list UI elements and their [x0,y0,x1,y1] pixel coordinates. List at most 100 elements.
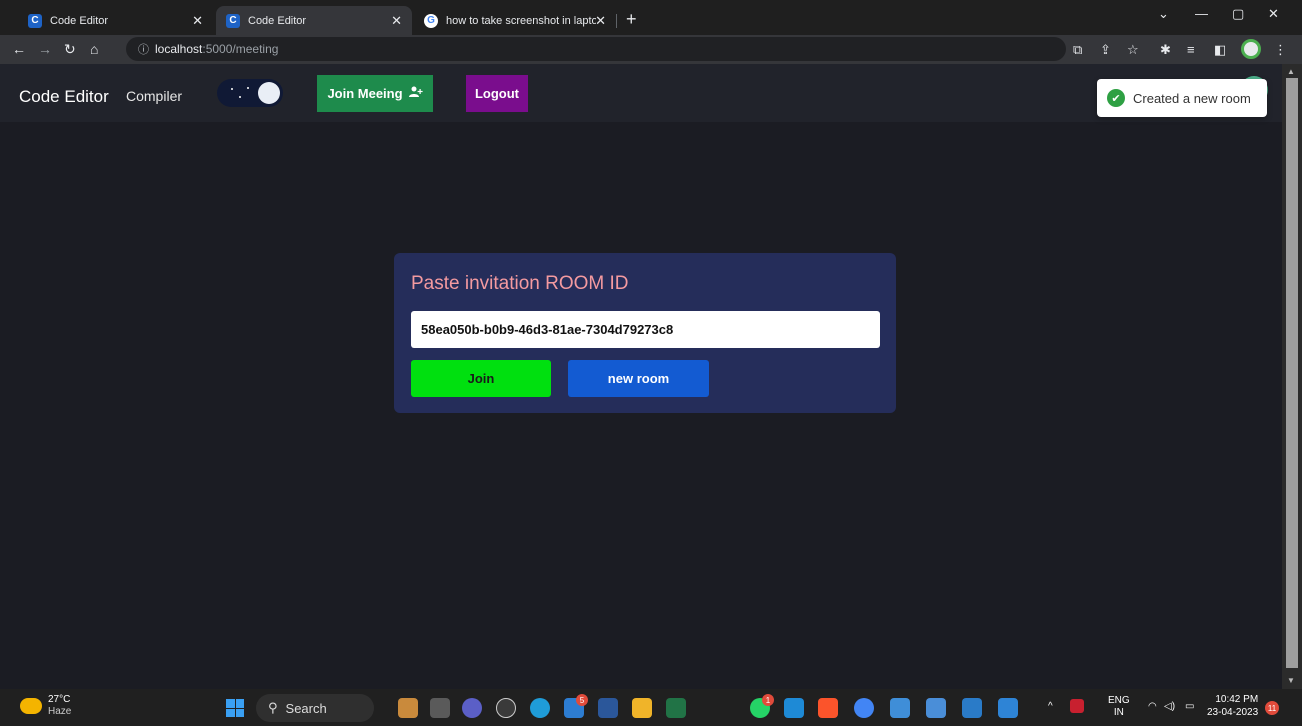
dell-icon[interactable] [496,698,516,718]
restore-icon[interactable]: ▢ [1232,6,1244,22]
weather-widget[interactable]: 27°C Haze [20,694,71,718]
toast-notification: ✔ Created a new room [1097,79,1267,117]
bookmark-star-icon[interactable]: ☆ [1127,42,1139,58]
side-panel-icon[interactable]: ◧ [1214,42,1226,58]
card-title: Paste invitation ROOM ID [411,273,629,294]
git-icon[interactable] [890,698,910,718]
compiler-link[interactable]: Compiler [126,88,182,104]
moon-icon [258,82,280,104]
notepad-icon[interactable] [926,698,946,718]
install-app-icon[interactable]: ⧉ [1073,42,1082,58]
site-info-icon[interactable]: ⓘ [138,41,149,57]
taskbar-clock[interactable]: 10:42 PM 23-04-2023 [1207,693,1258,719]
logout-button[interactable]: Logout [466,75,528,112]
file-explorer-icon[interactable] [632,698,652,718]
join-button[interactable]: Join [411,360,551,397]
windows-taskbar: 27°C Haze ⚲ Search 5 1 ^ ENG IN ◠ ◁) ▭ 1… [0,689,1302,726]
windows-start-icon[interactable] [226,699,244,717]
share-icon[interactable]: ⇪ [1100,42,1111,58]
search-label: Search [285,700,327,716]
teams-chat-icon[interactable] [462,698,482,718]
haze-weather-icon [20,698,42,714]
whatsapp-icon[interactable]: 1 [750,694,774,718]
search-icon: ⚲ [268,700,278,715]
close-tab-icon[interactable]: ✕ [391,13,402,29]
word-icon[interactable] [598,698,618,718]
code-editor-favicon-icon: C [28,13,42,28]
language: ENG [1108,695,1130,706]
browser-tab-3[interactable]: G how to take screenshot in laptop ✕ [414,6,616,35]
browser-toolbar: ← → ↻ ⌂ ⓘ localhost:5000/meeting ⧉ ⇪ ☆ ✱… [0,35,1302,64]
edge-icon[interactable] [530,698,550,718]
check-circle-icon: ✔ [1107,89,1125,107]
browser-tab-1[interactable]: C Code Editor ✕ [18,6,213,35]
close-window-icon[interactable]: ✕ [1268,6,1279,22]
temperature: 27°C [48,694,71,705]
excel-icon[interactable] [666,698,686,718]
mail-icon[interactable]: 5 [564,694,588,718]
scroll-up-icon[interactable]: ▲ [1287,67,1295,76]
weather-condition: Haze [48,706,72,717]
join-room-card: Paste invitation ROOM ID Join new room [394,253,896,413]
url-host: localhost [155,42,203,56]
battery-icon[interactable]: ▭ [1185,701,1194,712]
close-tab-icon[interactable]: ✕ [595,13,606,29]
tab-title: Code Editor [50,14,109,27]
tab-title: Code Editor [248,14,307,27]
task-view-icon[interactable] [430,698,450,718]
app-navbar: Code Editor Compiler Join Meeing Logout [0,64,1282,122]
star-icon [231,88,233,90]
room-id-input[interactable] [411,311,880,348]
show-hidden-icons-icon[interactable]: ^ [1048,701,1053,712]
page-scrollbar[interactable]: ▲ ▼ [1282,64,1302,689]
forward-icon[interactable]: → [38,41,52,57]
add-user-icon [408,86,423,101]
new-room-button[interactable]: new room [568,360,709,397]
new-tab-icon[interactable]: + [626,9,637,30]
mcafee-icon[interactable] [1070,699,1084,713]
home-icon[interactable]: ⌂ [90,41,98,57]
browser-tab-bar: C Code Editor ✕ C Code Editor ✕ G how to… [0,0,1302,35]
address-bar[interactable]: ⓘ localhost:5000/meeting [126,37,1066,61]
minimize-icon[interactable]: — [1195,6,1208,21]
volume-icon[interactable]: ◁) [1164,701,1175,712]
join-meeting-button[interactable]: Join Meeing [317,75,433,112]
paint-icon[interactable] [962,698,982,718]
reading-list-icon[interactable]: ≡ [1187,42,1195,57]
url-path: :5000/meeting [202,42,279,56]
reload-icon[interactable]: ↻ [64,41,76,58]
scroll-down-icon[interactable]: ▼ [1287,676,1295,685]
brand-title[interactable]: Code Editor [19,87,109,107]
close-tab-icon[interactable]: ✕ [192,13,203,29]
date: 23-04-2023 [1207,707,1259,718]
profile-avatar[interactable] [1241,39,1261,59]
wifi-icon[interactable]: ◠ [1148,701,1157,712]
widgets-icon[interactable] [398,698,418,718]
browser-tab-2-active[interactable]: C Code Editor ✕ [216,6,412,35]
google-favicon-icon: G [424,13,438,28]
photos-icon[interactable] [998,698,1018,718]
tab-search-chevron-icon[interactable]: ⌄ [1158,6,1169,22]
taskbar-search[interactable]: ⚲ Search [256,694,374,722]
star-icon [239,96,241,98]
star-icon [247,87,249,89]
language-indicator[interactable]: ENG IN [1108,695,1130,719]
extensions-icon[interactable]: ✱ [1160,42,1171,58]
theme-toggle[interactable] [217,79,283,107]
whatsapp-badge: 1 [762,694,774,706]
back-icon[interactable]: ← [12,41,26,57]
time: 10:42 PM [1215,694,1259,705]
toast-message: Created a new room [1133,90,1251,106]
chrome-icon[interactable] [854,698,874,718]
tab-title: how to take screenshot in laptop [446,14,596,27]
scrollbar-thumb[interactable] [1286,78,1298,668]
chrome-menu-icon[interactable]: ⋮ [1274,42,1287,58]
code-editor-favicon-icon: C [226,13,240,28]
join-meeting-label: Join Meeing [327,86,403,101]
region: IN [1113,707,1124,718]
mail-badge: 5 [576,694,588,706]
notification-count-badge[interactable]: 11 [1265,701,1279,715]
tab-separator [616,14,617,28]
brave-icon[interactable] [818,698,838,718]
vscode-icon[interactable] [784,698,804,718]
